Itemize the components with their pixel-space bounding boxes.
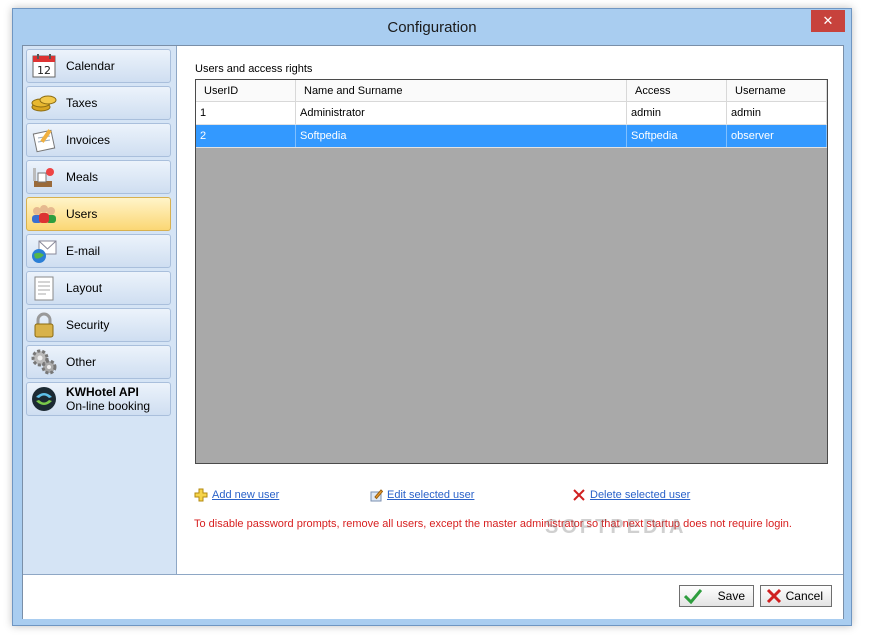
sidebar-item-label: Layout	[66, 281, 103, 295]
invoice-icon	[32, 129, 56, 153]
sidebar-item-sublabel: On-line booking	[66, 399, 151, 413]
edit-icon	[370, 489, 383, 502]
dialog-footer: Save Cancel	[23, 574, 843, 619]
table-row[interactable]: 2 Softpedia Softpedia observer	[196, 125, 827, 148]
cell-name: Administrator	[296, 102, 627, 124]
edit-user-label: Edit selected user	[387, 489, 475, 501]
sidebar-item-label: Taxes	[66, 96, 98, 110]
cell-userid: 1	[196, 102, 296, 124]
sidebar-item-invoices[interactable]: Invoices	[26, 123, 171, 157]
column-header-access[interactable]: Access	[627, 80, 727, 102]
delete-user-button[interactable]: Delete selected user	[572, 488, 690, 502]
cancel-label: Cancel	[785, 589, 823, 603]
coins-icon	[31, 95, 57, 112]
delete-user-label: Delete selected user	[590, 489, 691, 501]
sidebar-item-label: Security	[66, 318, 110, 332]
save-label: Save	[717, 589, 745, 603]
checkmark-icon	[684, 589, 702, 604]
column-header-userid[interactable]: UserID	[196, 80, 296, 102]
configuration-window: Configuration ✕ 12 Calendar Taxes Invoic…	[12, 8, 852, 626]
padlock-icon	[34, 312, 54, 338]
password-warning: To disable password prompts, remove all …	[194, 518, 792, 530]
cancel-x-icon	[766, 588, 782, 604]
close-button[interactable]: ✕	[811, 10, 845, 32]
sidebar: 12 Calendar Taxes Invoices Meals Users E…	[23, 46, 177, 574]
users-table[interactable]: UserID Name and Surname Access Username …	[195, 79, 828, 464]
sidebar-item-label: Invoices	[66, 133, 111, 147]
column-header-username[interactable]: Username	[727, 80, 827, 102]
window-title: Configuration	[387, 19, 477, 36]
gears-icon	[31, 349, 57, 375]
email-globe-icon	[32, 240, 57, 263]
add-user-button[interactable]: Add new user	[194, 488, 279, 502]
sidebar-item-kwhotel-api[interactable]: KWHotel API On-line booking	[26, 382, 171, 416]
cell-username: admin	[727, 102, 827, 124]
sidebar-item-security[interactable]: Security	[26, 308, 171, 342]
cell-userid: 2	[196, 125, 296, 147]
column-header-name[interactable]: Name and Surname	[296, 80, 627, 102]
table-header: UserID Name and Surname Access Username	[196, 80, 827, 102]
edit-user-button[interactable]: Edit selected user	[369, 488, 474, 502]
table-body: 1 Administrator admin admin 2 Softpedia …	[196, 102, 827, 148]
add-user-label: Add new user	[212, 489, 280, 501]
title-bar: Configuration	[13, 9, 851, 41]
cell-name: Softpedia	[296, 125, 627, 147]
sidebar-item-meals[interactable]: Meals	[26, 160, 171, 194]
section-title: Users and access rights	[195, 63, 313, 75]
api-globe-icon	[32, 387, 56, 411]
close-icon: ✕	[822, 13, 834, 28]
cell-access: Softpedia	[627, 125, 727, 147]
cell-access: admin	[627, 102, 727, 124]
delete-x-icon	[573, 489, 585, 501]
plus-icon	[194, 488, 208, 502]
sidebar-item-label: KWHotel API	[66, 385, 139, 399]
sidebar-item-other[interactable]: Other	[26, 345, 171, 379]
calendar-icon: 12	[32, 54, 56, 78]
table-row[interactable]: 1 Administrator admin admin	[196, 102, 827, 125]
sidebar-item-users[interactable]: Users	[26, 197, 171, 231]
layout-icon	[34, 276, 54, 301]
calendar-day: 12	[37, 64, 51, 77]
sidebar-item-label: Users	[66, 207, 98, 221]
meals-icon	[33, 168, 54, 187]
sidebar-item-label: Meals	[66, 170, 99, 184]
sidebar-item-layout[interactable]: Layout	[26, 271, 171, 305]
cancel-button[interactable]: Cancel	[760, 585, 832, 607]
client-area: 12 Calendar Taxes Invoices Meals Users E…	[22, 45, 844, 619]
users-icon	[32, 205, 56, 223]
sidebar-item-email[interactable]: E-mail	[26, 234, 171, 268]
sidebar-item-label: Other	[66, 355, 97, 369]
sidebar-item-taxes[interactable]: Taxes	[26, 86, 171, 120]
main-panel: Users and access rights UserID Name and …	[177, 46, 843, 574]
sidebar-item-label: E-mail	[66, 244, 101, 258]
sidebar-item-label: Calendar	[66, 59, 115, 73]
save-button[interactable]: Save	[679, 585, 754, 607]
cell-username: observer	[727, 125, 827, 147]
sidebar-item-calendar[interactable]: 12 Calendar	[26, 49, 171, 83]
